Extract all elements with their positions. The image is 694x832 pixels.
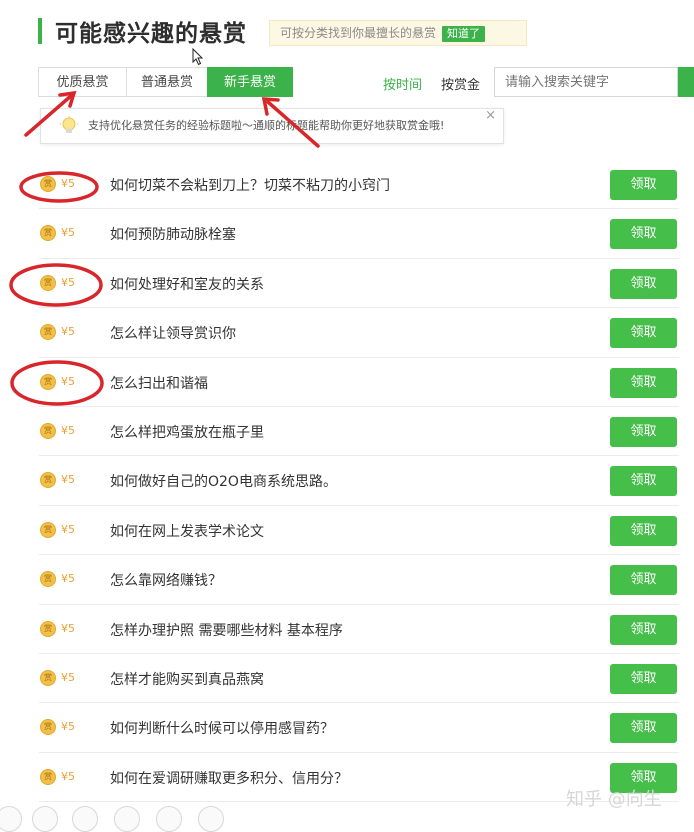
- question-title[interactable]: 如何判断什么时候可以停用感冒药？: [110, 718, 334, 738]
- question-title[interactable]: 怎么扫出和谐福: [110, 373, 208, 393]
- question-title[interactable]: 如何在网上发表学术论文: [110, 521, 264, 541]
- claim-button[interactable]: 领取: [610, 416, 677, 447]
- list-item: 赏 ¥5 如何预防肺动脉栓塞 领取: [39, 209, 679, 259]
- bounty-amount: ¥5: [61, 720, 75, 734]
- tip-banner: 支持优化悬赏任务的经验标题啦～通顺的标题能帮助你更好地获取赏金哦! ×: [40, 108, 504, 144]
- bounty-amount: ¥5: [61, 670, 75, 684]
- list-item: 赏 ¥5 怎么样把鸡蛋放在瓶子里 领取: [39, 407, 679, 457]
- question-title[interactable]: 如何做好自己的O2O电商系统思路。: [110, 471, 337, 491]
- question-title[interactable]: 怎样才能购买到真品燕窝: [110, 669, 264, 689]
- page-title: 可能感兴趣的悬赏: [55, 21, 247, 47]
- question-title[interactable]: 如何预防肺动脉栓塞: [110, 224, 236, 244]
- claim-button[interactable]: 领取: [610, 565, 677, 596]
- question-title[interactable]: 如何在爱调研赚取更多积分、信用分？: [110, 768, 348, 788]
- list-item: 赏 ¥5 怎样办理护照 需要哪些材料 基本程序 领取: [39, 605, 679, 654]
- list-item: 赏 ¥5 怎么样让领导赏识你 领取: [39, 308, 679, 358]
- question-title[interactable]: 如何切菜不会粘到刀上？切菜不粘刀的小窍门: [110, 175, 390, 195]
- bounty-amount: ¥5: [61, 423, 75, 437]
- coin-icon: 赏: [40, 225, 56, 242]
- coin-icon: 赏: [40, 274, 56, 291]
- toolbar-circle-icon[interactable]: [198, 806, 224, 832]
- list-item: 赏 ¥5 怎么扫出和谐福 领取: [39, 358, 679, 407]
- bounty-amount: ¥5: [61, 374, 75, 388]
- tab-normal-bounty[interactable]: 普通悬赏: [126, 67, 208, 97]
- claim-button[interactable]: 领取: [610, 614, 677, 645]
- list-item: 赏 ¥5 如何处理好和室友的关系 领取: [39, 259, 679, 309]
- question-title[interactable]: 怎么样让领导赏识你: [110, 323, 236, 343]
- tab-beginner-bounty[interactable]: 新手悬赏: [207, 67, 293, 97]
- toolbar-circle-icon[interactable]: [32, 806, 58, 832]
- coin-icon: 赏: [40, 521, 56, 538]
- claim-button[interactable]: 领取: [610, 367, 677, 398]
- coin-icon: 赏: [40, 571, 56, 588]
- list-item: 赏 ¥5 如何切菜不会粘到刀上？切菜不粘刀的小窍门 领取: [39, 160, 679, 210]
- search-button[interactable]: [678, 67, 694, 97]
- question-title[interactable]: 如何处理好和室友的关系: [110, 274, 264, 294]
- sort-by-bounty[interactable]: 按赏金: [441, 74, 480, 93]
- bounty-amount: ¥5: [61, 769, 75, 783]
- toolbar-circle-icon[interactable]: [72, 806, 98, 832]
- toolbar-circle-icon[interactable]: [156, 806, 182, 832]
- list-item: 赏 ¥5 如何在网上发表学术论文 领取: [39, 506, 679, 556]
- bounty-amount: ¥5: [61, 325, 75, 339]
- watermark: 知乎 @向生: [566, 789, 662, 810]
- bounty-amount: ¥5: [61, 275, 75, 289]
- claim-button[interactable]: 领取: [610, 170, 677, 200]
- bounty-amount: ¥5: [61, 572, 75, 586]
- coin-icon: 赏: [40, 373, 56, 390]
- question-title[interactable]: 怎样办理护照 需要哪些材料 基本程序: [110, 620, 343, 640]
- coin-icon: 赏: [40, 422, 56, 439]
- coin-icon: 赏: [40, 176, 56, 192]
- bounty-amount: ¥5: [61, 473, 75, 487]
- sort-by-time[interactable]: 按时间: [383, 74, 422, 93]
- coin-icon: 赏: [40, 324, 56, 341]
- question-title[interactable]: 怎么样把鸡蛋放在瓶子里: [110, 422, 264, 442]
- coin-icon: 赏: [40, 669, 56, 686]
- lightbulb-icon: [59, 116, 79, 133]
- coin-icon: 赏: [40, 768, 56, 785]
- got-it-button[interactable]: 知道了: [442, 26, 486, 42]
- coin-icon: 赏: [40, 472, 56, 489]
- list-item: 赏 ¥5 怎样才能购买到真品燕窝 领取: [39, 654, 679, 704]
- coin-icon: 赏: [40, 620, 56, 637]
- claim-button[interactable]: 领取: [610, 466, 677, 497]
- bounty-amount: ¥5: [61, 522, 75, 536]
- list-item: 赏 ¥5 如何做好自己的O2O电商系统思路。 领取: [39, 456, 679, 506]
- claim-button[interactable]: 领取: [610, 663, 677, 694]
- claim-button[interactable]: 领取: [610, 268, 677, 299]
- mouse-cursor-icon: [192, 48, 204, 66]
- bounty-amount: ¥5: [61, 621, 75, 635]
- question-title[interactable]: 怎么靠网络赚钱？: [110, 570, 222, 590]
- bounty-amount: ¥5: [61, 226, 75, 240]
- close-icon[interactable]: ×: [485, 109, 496, 133]
- claim-button[interactable]: 领取: [610, 318, 677, 349]
- tip-text: 支持优化悬赏任务的经验标题啦～通顺的标题能帮助你更好地获取赏金哦!: [88, 119, 445, 132]
- toolbar-circle-icon[interactable]: [0, 806, 22, 832]
- bounty-list: 赏 ¥5 如何切菜不会粘到刀上？切菜不粘刀的小窍门 领取赏 ¥5 如何预防肺动脉栓塞 领取赏…: [39, 160, 679, 803]
- list-item: 赏 ¥5 如何判断什么时候可以停用感冒药？ 领取: [39, 703, 679, 753]
- claim-button[interactable]: 领取: [610, 219, 677, 250]
- list-item: 赏 ¥5 怎么靠网络赚钱？ 领取: [39, 555, 679, 605]
- category-hint: 可按分类找到你最擅长的悬赏 知道了: [269, 20, 527, 46]
- toolbar-circle-icon[interactable]: [114, 806, 140, 832]
- tab-quality-bounty[interactable]: 优质悬赏: [38, 67, 127, 97]
- category-hint-text: 可按分类找到你最擅长的悬赏: [280, 26, 437, 40]
- search-input[interactable]: [494, 67, 678, 97]
- title-accent-bar: [38, 18, 42, 44]
- claim-button[interactable]: 领取: [610, 515, 677, 546]
- bounty-amount: ¥5: [61, 177, 75, 190]
- bottom-toolbar: [0, 806, 260, 832]
- claim-button[interactable]: 领取: [610, 713, 677, 744]
- coin-icon: 赏: [40, 719, 56, 736]
